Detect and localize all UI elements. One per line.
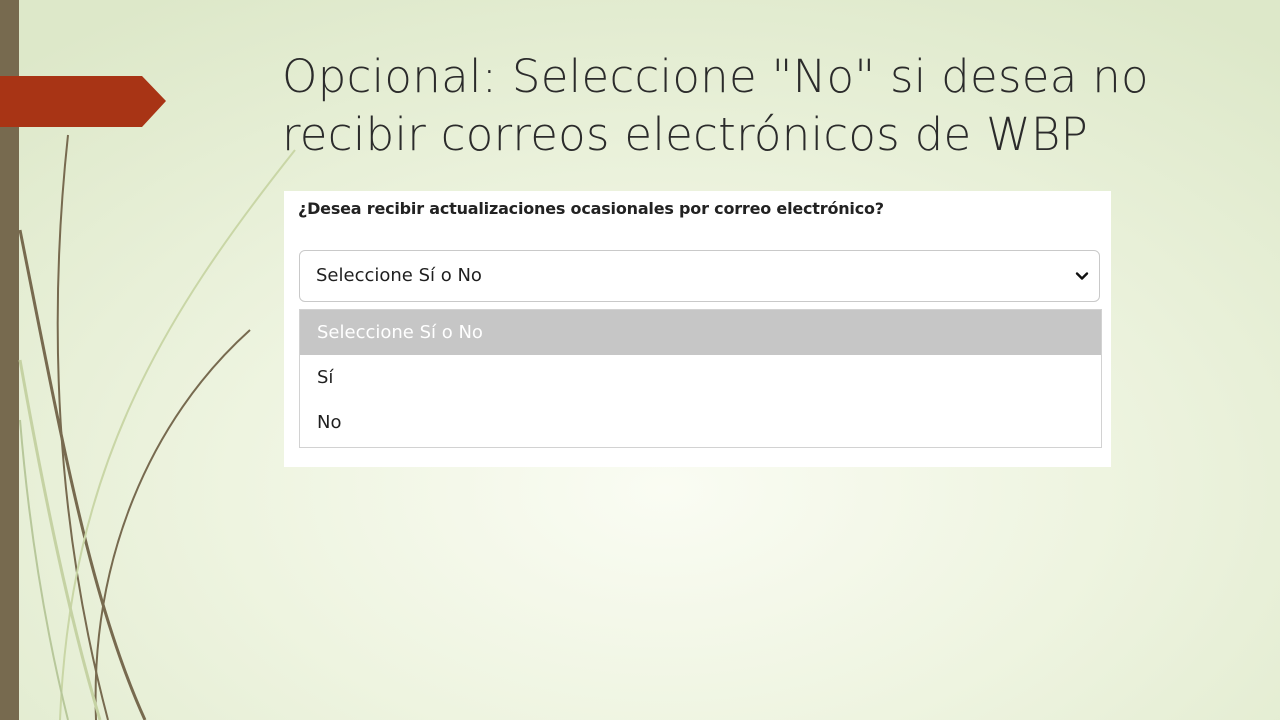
option-no[interactable]: No (300, 400, 1101, 445)
option-yes[interactable]: Sí (300, 355, 1101, 400)
slide-title: Opcional: Seleccione "No" si desea no re… (282, 50, 1149, 161)
slide-left-bar (0, 0, 19, 720)
select-current-value: Seleccione Sí o No (316, 265, 482, 286)
option-placeholder[interactable]: Seleccione Sí o No (300, 310, 1101, 355)
question-label: ¿Desea recibir actualizaciones ocasional… (298, 199, 884, 218)
chevron-down-icon (1075, 272, 1089, 280)
select-dropdown-list: Seleccione Sí o No Sí No (299, 309, 1102, 448)
form-screenshot-panel: ¿Desea recibir actualizaciones ocasional… (284, 191, 1111, 467)
email-updates-select[interactable]: Seleccione Sí o No (299, 250, 1100, 302)
